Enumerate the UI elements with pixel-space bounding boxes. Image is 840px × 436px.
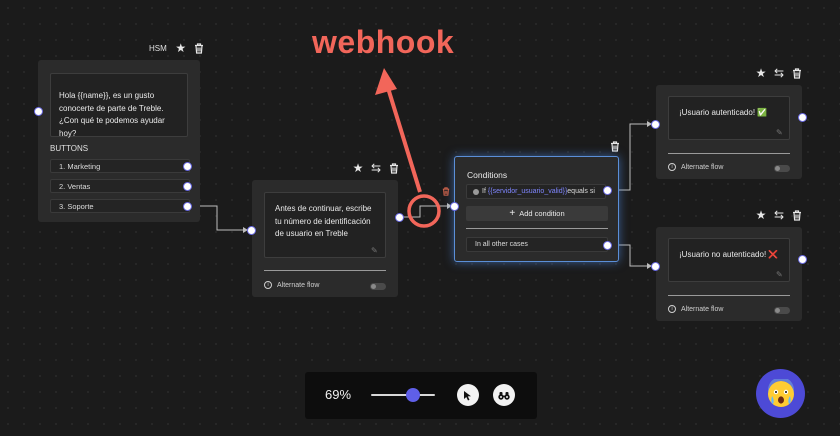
trash-icon[interactable]: [790, 66, 804, 80]
info-icon: i: [264, 281, 272, 289]
divider: [264, 270, 386, 271]
question-message: Antes de continuar, escribe tu número de…: [264, 192, 386, 258]
swap-icon[interactable]: ⇆: [369, 161, 383, 175]
help-bubble[interactable]: [756, 369, 805, 418]
zoom-slider[interactable]: [371, 388, 435, 402]
canvas-toolbar: 69%: [305, 372, 537, 419]
condition-variable: {{servidor_usuario_valid}}: [487, 188, 568, 195]
alternate-flow-toggle[interactable]: [370, 283, 386, 290]
trash-icon[interactable]: [192, 41, 206, 55]
alternate-flow-toggle[interactable]: [774, 307, 790, 314]
ventas-output-port[interactable]: [183, 182, 192, 191]
plus-icon: +: [509, 207, 516, 219]
divider: [466, 228, 608, 229]
conditions-node[interactable]: Conditions If {{servidor_usuario_valid}}…: [454, 156, 619, 262]
button-option-marketing[interactable]: 1. Marketing: [50, 159, 190, 173]
condition-operator: equals si: [567, 188, 595, 195]
trash-icon[interactable]: [608, 139, 622, 153]
auth-output-port[interactable]: [798, 113, 807, 122]
hsm-input-port[interactable]: [34, 107, 43, 116]
auth-input-port[interactable]: [651, 120, 660, 129]
zoom-slider-thumb[interactable]: [405, 388, 420, 402]
star-icon[interactable]: ★: [174, 41, 188, 55]
else-row[interactable]: In all other cases: [466, 237, 608, 252]
annotation-circle: [407, 194, 441, 228]
zoom-slider-track: [371, 394, 435, 396]
question-output-port[interactable]: [395, 213, 404, 222]
hsm-message: Hola {{name}}, es un gusto conocerte de …: [50, 73, 188, 138]
swap-icon[interactable]: ⇆: [772, 208, 786, 222]
trash-icon[interactable]: [790, 208, 804, 222]
swap-icon[interactable]: ⇆: [772, 66, 786, 80]
noauth-input-port[interactable]: [651, 262, 660, 271]
alternate-flow-toggle[interactable]: [774, 165, 790, 172]
button-option-ventas[interactable]: 2. Ventas: [50, 179, 190, 193]
annotation-arrow-shaft: [386, 87, 422, 193]
alternate-flow-row: i Alternate flow: [668, 163, 723, 171]
noauth-node[interactable]: ¡Usuario no autenticado! ❌ ✎ i Alternate…: [656, 227, 802, 321]
pan-tool-button[interactable]: [493, 384, 515, 406]
question-node[interactable]: Antes de continuar, escribe tu número de…: [252, 180, 398, 297]
add-condition-label: Add condition: [519, 209, 565, 218]
soporte-output-port[interactable]: [183, 202, 192, 211]
divider: [668, 153, 790, 154]
question-node-toolbar: ★ ⇆: [351, 161, 401, 175]
hsm-node-toolbar: HSM ★: [146, 41, 206, 55]
hsm-badge: HSM: [149, 43, 167, 53]
star-icon[interactable]: ★: [351, 161, 365, 175]
noauth-message: ¡Usuario no autenticado! ❌: [668, 238, 790, 282]
trash-icon[interactable]: [387, 161, 401, 175]
alternate-flow-row: i Alternate flow: [668, 305, 723, 313]
webhook-annotation-label: webhook: [312, 24, 455, 60]
info-icon: i: [668, 163, 676, 171]
cursor-icon: [464, 390, 471, 400]
pointer-tool-button[interactable]: [457, 384, 479, 406]
else-label: In all other cases: [475, 241, 528, 248]
marketing-output-port[interactable]: [183, 162, 192, 171]
binoculars-icon: [498, 391, 510, 400]
alternate-flow-row: i Alternate flow: [264, 281, 319, 289]
info-icon: i: [668, 305, 676, 313]
else-output-port[interactable]: [603, 241, 612, 250]
button-option-soporte[interactable]: 3. Soporte: [50, 199, 190, 213]
star-icon[interactable]: ★: [754, 66, 768, 80]
question-input-port[interactable]: [247, 226, 256, 235]
star-icon[interactable]: ★: [754, 208, 768, 222]
alternate-flow-label: Alternate flow: [681, 163, 724, 171]
pencil-icon[interactable]: ✎: [371, 246, 378, 255]
hsm-node[interactable]: Hola {{name}}, es un gusto conocerte de …: [38, 60, 200, 222]
noauth-node-toolbar: ★ ⇆: [754, 208, 804, 222]
auth-node-toolbar: ★ ⇆: [754, 66, 804, 80]
crying-face-icon: [767, 378, 794, 407]
conditions-title: Conditions: [467, 170, 508, 180]
pencil-icon[interactable]: ✎: [776, 270, 783, 279]
add-condition-button[interactable]: + Add condition: [466, 206, 608, 221]
condition-output-port[interactable]: [603, 186, 612, 195]
annotation-arrowhead: [375, 68, 397, 95]
divider: [668, 295, 790, 296]
condition-row[interactable]: If {{servidor_usuario_valid}} equals si: [466, 184, 606, 199]
auth-message: ¡Usuario autenticado! ✅: [668, 96, 790, 140]
conditions-input-port[interactable]: [450, 202, 459, 211]
alternate-flow-label: Alternate flow: [277, 281, 320, 289]
noauth-output-port[interactable]: [798, 255, 807, 264]
buttons-title: BUTTONS: [50, 144, 89, 153]
zoom-level: 69%: [325, 387, 352, 402]
alternate-flow-label: Alternate flow: [681, 305, 724, 313]
condition-if-label: If: [482, 188, 486, 195]
pencil-icon[interactable]: ✎: [776, 128, 783, 137]
trash-icon[interactable]: [439, 184, 453, 198]
condition-toggle-icon: [473, 188, 479, 195]
auth-node[interactable]: ¡Usuario autenticado! ✅ ✎ i Alternate fl…: [656, 85, 802, 179]
